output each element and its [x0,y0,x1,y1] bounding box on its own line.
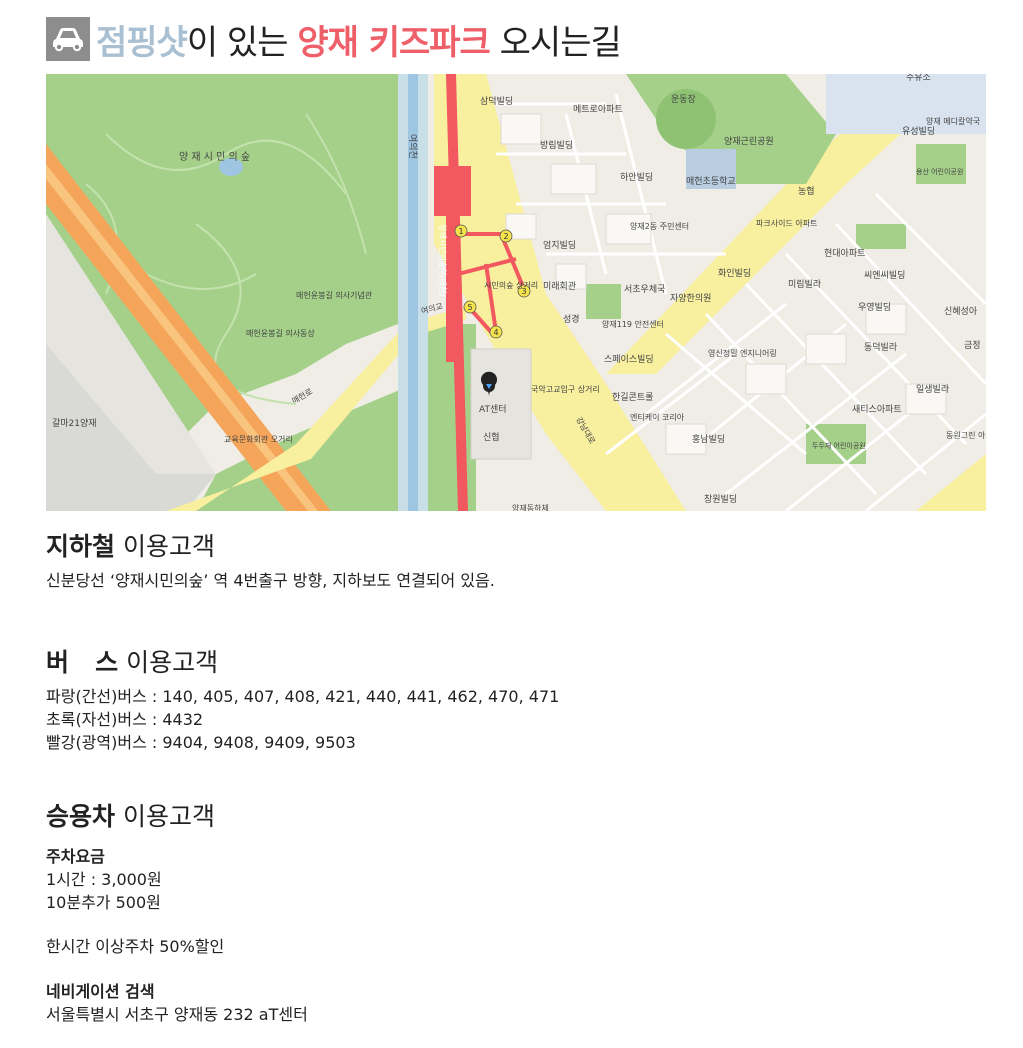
map-label-yongsan: 용산 어린이공원 [916,167,963,176]
navigation-address: 서울특별시 서초구 양재동 232 aT센터 [46,1005,308,1024]
map-label-yangjae2: 양재2동 주민센터 [630,221,689,231]
map-label-ilsaeng: 일생빌라 [916,384,950,395]
map-label-bangrim: 방림빌딩 [540,139,573,151]
subway-heading-suffix: 이용고객 [115,532,215,561]
map-label-seonggyeong: 성경 [563,313,580,325]
map-label-hangil: 한길콘트롤 [612,392,653,403]
map-label-park: 양 재 시 민 의 숲 [179,151,250,163]
map-label-dudukje: 두두재 어린이공원 [812,441,866,450]
exit-2: 2 [503,232,508,241]
bus-line-green: 초록(자선)버스 : 4432 [46,710,204,729]
map-label-yuyeong: 우영빌딩 [858,302,891,313]
map-label-hyundai: 현대아파트 [824,248,865,259]
exit-4: 4 [493,328,498,337]
subway-section: 지하철 이용고객 신분당선 ‘양재시민의숲’ 역 4번출구 방향, 지하보도 연… [46,531,495,592]
map-label-eomji: 엄지빌딩 [543,239,576,251]
map-label-school: 매헌초등학교 [686,176,736,187]
car-section: 승용차 이용고객 주차요금 1시간 : 3,000원 10분추가 500원 한시… [46,801,308,1026]
map-label-dongwon: 동원그린 아파트 [946,430,986,440]
subway-heading: 지하철 이용고객 [46,531,495,563]
map-label-stream: 여의천 [407,134,419,159]
map-label-education: 교육문화회관 오거리 [224,434,293,444]
map-label-gugak: 국악고교입구 상거리 [531,384,600,394]
map-label-shinhyup: 신협 [483,431,500,443]
title-mid: 이 있는 [186,22,298,63]
map-label-hongnam: 홍남빌딩 [692,433,725,445]
map-label-nonghyup: 농협 [798,185,815,197]
parking-fee-line: 10분추가 500원 [46,893,161,912]
map-label-entikei: 엔티케이 코리아 [630,412,685,422]
map-label-parkside: 파크사이드 아파트 [756,218,817,228]
map-label-yeongsin: 영신정밀 엔지니어링 [708,348,777,358]
map-label-metro: 메트로아파트 [573,104,623,115]
car-heading-suffix: 이용고객 [115,802,215,831]
map-label-space: 스페이스빌딩 [604,354,654,365]
map-label-changwon: 창원빌딩 [704,494,737,505]
map-label-hwain: 화인빌딩 [718,268,751,279]
car-heading-bold: 승용차 [46,802,116,831]
map-label-post: 서초우체국 [624,284,665,295]
title-tail: 오시는길 [489,22,622,63]
map-label-simin-arcade: 시민의숲 상거리 [484,280,538,290]
map-label-haan: 하안빌딩 [620,172,653,183]
map-label-at-center: AT센터 [479,404,507,415]
title-brand: 점핑샷 [96,22,188,63]
map-label-memorial: 매헌윤봉길 의사기념관 [296,290,373,300]
exit-1: 1 [458,227,463,236]
parking-discount: 한시간 이상주차 50%할인 [46,937,225,956]
bus-heading-bold: 버 스 [46,648,119,677]
map-label-mirim: 미림빌라 [788,278,822,290]
map-label-saetis: 새티스아파트 [852,404,902,415]
map-label-yangjae-park: 양재근린공원 [724,136,774,147]
map-label-dongha: 양재동하체 [512,503,549,511]
map-label-medical: 양재 메디칼약국 [926,116,980,126]
navigation-title: 네비게이션 검색 [46,982,155,1001]
map-label-sports: 운동장 [671,94,696,105]
subway-text: 신분당선 ‘양재시민의숲’ 역 4번출구 방향, 지하보도 연결되어 있음. [46,571,495,590]
map-label-jayang: 자양한의원 [670,293,711,304]
bus-heading: 버 스 이용고객 [46,647,559,679]
map-label-mirae: 미래회관 [543,281,576,292]
map-label-galma: 갈마21양재 [52,418,97,429]
location-map[interactable]: 1 2 3 4 5 양 재 시 민 의 숲 여의천 양재시민의숲역(매헌) 여의… [46,74,986,511]
bus-line-blue: 파랑(간선)버스 : 140, 405, 407, 408, 421, 440,… [46,687,560,706]
map-label-119: 양재119 안전센터 [602,319,664,329]
map-label-juyuso: 주유소 [906,74,931,83]
parking-fee-line: 1시간 : 3,000원 [46,870,162,889]
car-heading: 승용차 이용고객 [46,801,308,833]
map-label-samdeok: 삼덕빌딩 [480,96,513,107]
map-label-dongdeok: 동덕빌라 [864,342,898,353]
exit-5: 5 [467,303,472,312]
map-label-stream-road: 양재시민의숲역(매헌) [438,224,448,296]
car-icon [46,17,90,61]
bus-line-red: 빨강(광역)버스 : 9404, 9408, 9409, 9503 [46,733,356,752]
map-label-geumjeong: 금정 [964,340,981,351]
title-place: 양재 키즈파크 [297,22,491,63]
bus-heading-suffix: 이용고객 [118,648,219,677]
map-label-yuseong: 유성빌딩 [902,126,935,137]
bus-section: 버 스 이용고객 파랑(간선)버스 : 140, 405, 407, 408, … [46,647,559,754]
page-title: 점핑샷이 있는 양재 키즈파크 오시는길 [46,14,622,64]
map-label-mnc: 씨엔씨빌딩 [864,270,905,281]
parking-fee-title: 주차요금 [46,847,105,866]
map-label-statue: 매헌윤봉길 의사동상 [246,328,315,338]
map-label-shinhye: 신혜성아 [944,305,978,317]
subway-heading-bold: 지하철 [46,532,116,561]
